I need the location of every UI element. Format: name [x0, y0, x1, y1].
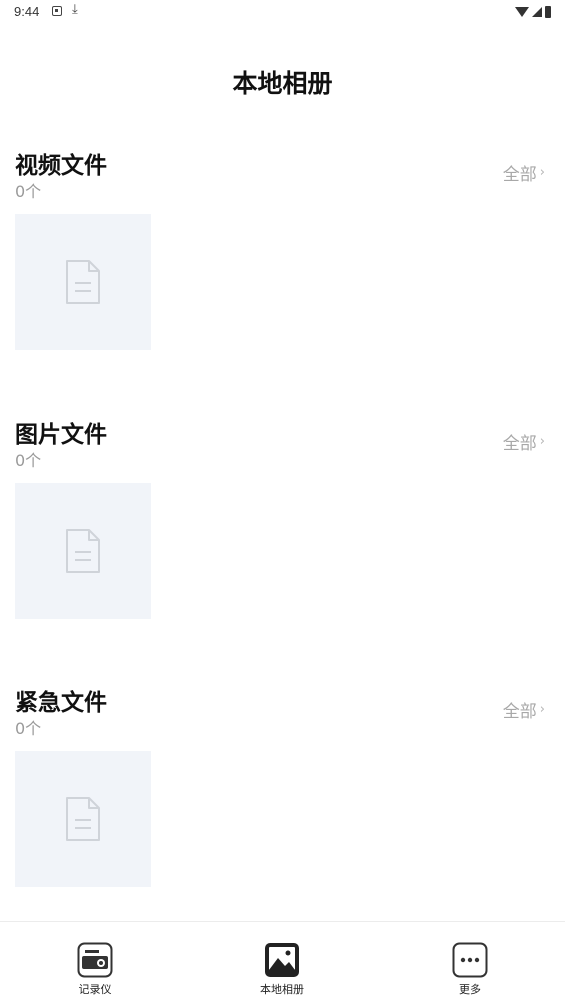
page-title: 本地相册: [232, 69, 333, 98]
document-placeholder-icon: [66, 797, 100, 841]
notification-icon: [52, 6, 62, 16]
section-count: 0个: [15, 719, 42, 738]
empty-thumbnail[interactable]: [15, 483, 151, 619]
bottom-tab-bar: 记录仪 本地相册 更多: [0, 921, 565, 1004]
status-bar: 9:44 ⤓: [0, 0, 565, 26]
tab-local-album[interactable]: 本地相册: [232, 942, 332, 997]
section-title: 紧急文件: [15, 690, 107, 716]
dashcam-icon: [77, 942, 113, 978]
tab-recorder[interactable]: 记录仪: [45, 942, 145, 997]
view-all-button[interactable]: 全部 ›: [503, 429, 545, 454]
section-emergency-files: 紧急文件 0个 全部 ›: [0, 683, 565, 923]
wifi-icon: [515, 7, 529, 17]
view-all-button[interactable]: 全部 ›: [503, 697, 545, 722]
document-placeholder-icon: [66, 529, 100, 573]
photo-album-icon: [265, 943, 299, 977]
view-all-label: 全部: [502, 702, 537, 722]
tab-label: 记录仪: [78, 983, 112, 996]
view-all-button[interactable]: 全部 ›: [503, 160, 545, 185]
section-title: 图片文件: [15, 422, 107, 448]
chevron-right-icon: ›: [539, 434, 545, 449]
more-dots-icon: [452, 942, 488, 978]
empty-thumbnail[interactable]: [15, 214, 151, 350]
status-indicators: [515, 6, 551, 18]
view-all-label: 全部: [502, 165, 537, 185]
document-placeholder-icon: [66, 260, 100, 304]
chevron-right-icon: ›: [539, 165, 545, 180]
section-title: 视频文件: [15, 153, 107, 179]
battery-icon: [545, 6, 551, 18]
tab-more[interactable]: 更多: [420, 942, 520, 997]
section-count: 0个: [15, 182, 42, 201]
signal-icon: [532, 7, 542, 17]
section-image-files: 图片文件 0个 全部 ›: [0, 415, 565, 655]
tab-label: 本地相册: [260, 983, 304, 996]
empty-thumbnail[interactable]: [15, 751, 151, 887]
status-time: 9:44: [14, 4, 40, 19]
download-icon: ⤓: [72, 2, 78, 17]
section-video-files: 视频文件 0个 全部 ›: [0, 146, 565, 386]
tab-label: 更多: [459, 983, 481, 996]
section-count: 0个: [15, 451, 42, 470]
view-all-label: 全部: [502, 434, 537, 454]
chevron-right-icon: ›: [539, 702, 545, 717]
